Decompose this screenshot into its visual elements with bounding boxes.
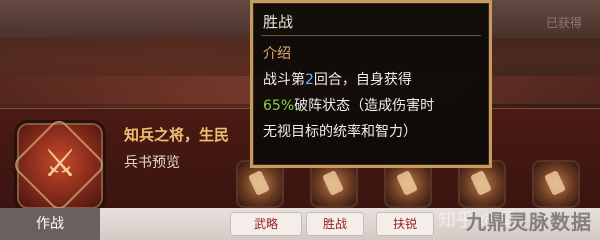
shield-icon[interactable] — [532, 160, 580, 208]
tooltip-title: 胜战 — [263, 13, 294, 31]
tooltip-line-3: 无视目标的统率和智力） — [263, 121, 417, 141]
tooltip-divider — [261, 35, 481, 36]
tooltip-section-heading: 介绍 — [263, 46, 291, 62]
tooltip-line-1-post: 回合，自身获得 — [313, 72, 412, 88]
top-right-label: 已获得 — [545, 16, 582, 30]
tooltip-line-1-pre: 战斗第 — [263, 72, 305, 88]
book-preview-label: 兵书预览 — [124, 155, 180, 171]
crossed-swords-icon[interactable]: ⚔ — [14, 120, 106, 212]
tooltip-line-3-text: 无视目标的统率和智力） — [263, 124, 417, 140]
tab-combat[interactable]: 作战 — [0, 208, 100, 240]
tooltip-line-2: 65%破阵状态（造成伤害时 — [263, 95, 434, 115]
skill-name: 知兵之将，生民 — [124, 126, 230, 144]
tooltip-percent-value: 65% — [263, 98, 295, 114]
emblem-glyph: ⚔ — [42, 141, 78, 185]
tab-shengzhan[interactable]: 胜战 — [306, 212, 364, 236]
skill-tooltip: 胜战 介绍 战斗第2回合，自身获得 65%破阵状态（造成伤害时 无视目标的统率和… — [250, 0, 492, 168]
tooltip-line-2-post: 破阵状态（造成伤害时 — [294, 98, 435, 114]
tab-wulue[interactable]: 武略 — [230, 212, 302, 236]
site-watermark: 九鼎灵脉数据 — [466, 210, 592, 234]
tab-furui[interactable]: 扶锐 — [376, 212, 434, 236]
tooltip-round-value: 2 — [305, 72, 314, 88]
tooltip-line-1: 战斗第2回合，自身获得 — [263, 69, 412, 89]
